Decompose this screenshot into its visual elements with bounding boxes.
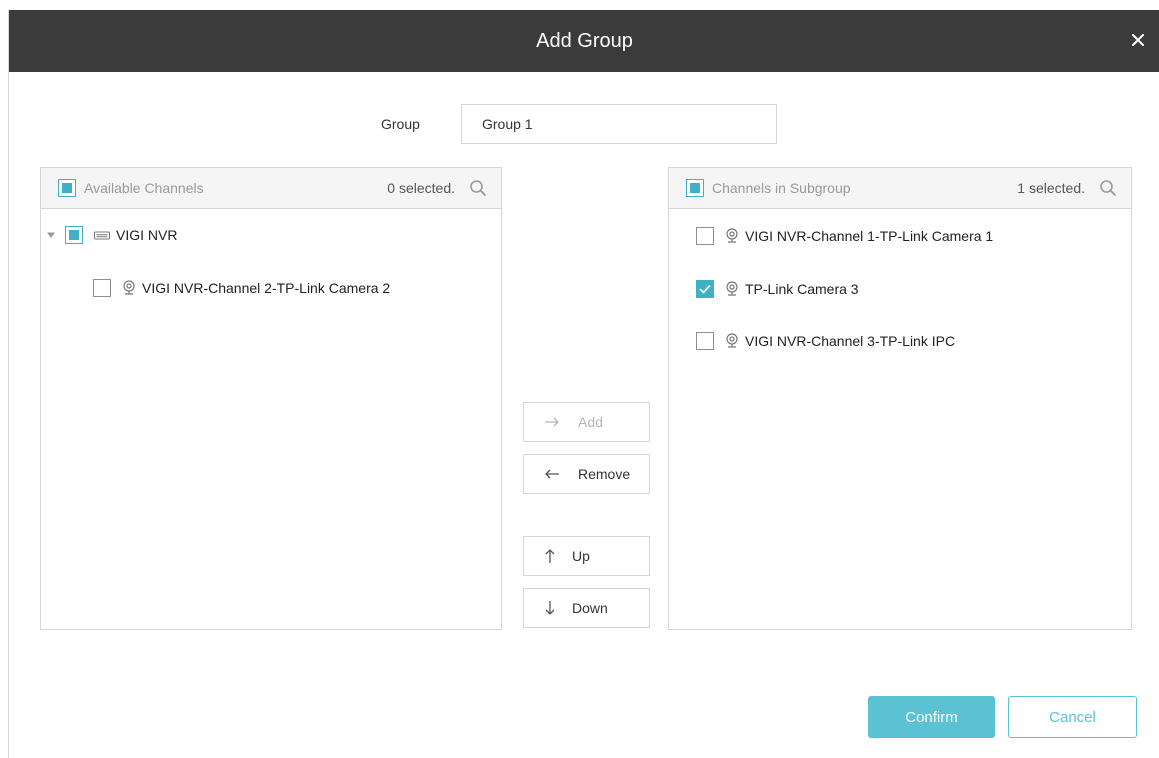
remove-button[interactable]: Remove (523, 454, 650, 494)
camera-icon (725, 228, 739, 244)
add-button[interactable]: Add (523, 402, 650, 442)
select-all-available-checkbox[interactable] (58, 179, 76, 197)
nvr-icon (94, 229, 110, 241)
list-item[interactable]: VIGI NVR-Channel 3-TP-Link IPC (696, 332, 955, 350)
arrow-right-icon (544, 416, 560, 428)
list-item[interactable]: VIGI NVR-Channel 2-TP-Link Camera 2 (93, 279, 390, 297)
search-icon[interactable] (469, 179, 487, 197)
arrow-left-icon (544, 468, 560, 480)
available-selected-count: 0 selected. (387, 180, 455, 196)
checkmark-icon (699, 284, 711, 294)
subgroup-selected-count: 1 selected. (1017, 180, 1085, 196)
tree-node-label: VIGI NVR (116, 227, 178, 243)
add-group-dialog: Add Group Group Available Channels 0 sel… (8, 10, 1159, 758)
tree-node-vigi-nvr[interactable]: VIGI NVR (47, 226, 177, 244)
group-name-input[interactable] (461, 104, 777, 144)
arrow-up-icon (544, 548, 556, 564)
arrow-down-icon (544, 600, 556, 616)
remove-button-label: Remove (578, 466, 631, 482)
close-icon[interactable] (1126, 28, 1150, 52)
dialog-titlebar: Add Group (9, 10, 1159, 72)
subgroup-channels-header: Channels in Subgroup 1 selected. (669, 168, 1131, 209)
down-button-label: Down (572, 600, 608, 616)
cancel-button[interactable]: Cancel (1008, 696, 1137, 738)
select-all-subgroup-checkbox[interactable] (686, 179, 704, 197)
list-item[interactable]: VIGI NVR-Channel 1-TP-Link Camera 1 (696, 227, 993, 245)
down-button[interactable]: Down (523, 588, 650, 628)
vigi-nvr-checkbox[interactable] (65, 226, 83, 244)
camera-icon (725, 281, 739, 297)
group-name-row: Group (9, 104, 1159, 144)
camera-icon (122, 280, 136, 296)
group-label: Group (381, 116, 420, 132)
dialog-title: Add Group (536, 29, 633, 52)
caret-down-icon[interactable] (47, 231, 55, 239)
search-icon[interactable] (1099, 179, 1117, 197)
confirm-button[interactable]: Confirm (868, 696, 995, 738)
camera-icon (725, 333, 739, 349)
subgroup-channels-panel: Channels in Subgroup 1 selected. VIGI NV… (668, 167, 1132, 630)
channel-checkbox[interactable] (696, 280, 714, 298)
channel-label: TP-Link Camera 3 (745, 281, 859, 297)
channel-checkbox[interactable] (93, 279, 111, 297)
list-item[interactable]: TP-Link Camera 3 (696, 280, 859, 298)
up-button[interactable]: Up (523, 536, 650, 576)
up-button-label: Up (572, 548, 590, 564)
channel-label: VIGI NVR-Channel 2-TP-Link Camera 2 (142, 280, 391, 296)
channel-label: VIGI NVR-Channel 3-TP-Link IPC (745, 333, 956, 349)
channel-checkbox[interactable] (696, 227, 714, 245)
available-channels-header: Available Channels 0 selected. (41, 168, 501, 209)
add-button-label: Add (578, 414, 603, 430)
available-channels-panel: Available Channels 0 selected. VIGI NVR … (40, 167, 502, 630)
channel-checkbox[interactable] (696, 332, 714, 350)
subgroup-channels-title: Channels in Subgroup (712, 180, 851, 196)
channel-label: VIGI NVR-Channel 1-TP-Link Camera 1 (745, 228, 994, 244)
available-channels-title: Available Channels (84, 180, 204, 196)
